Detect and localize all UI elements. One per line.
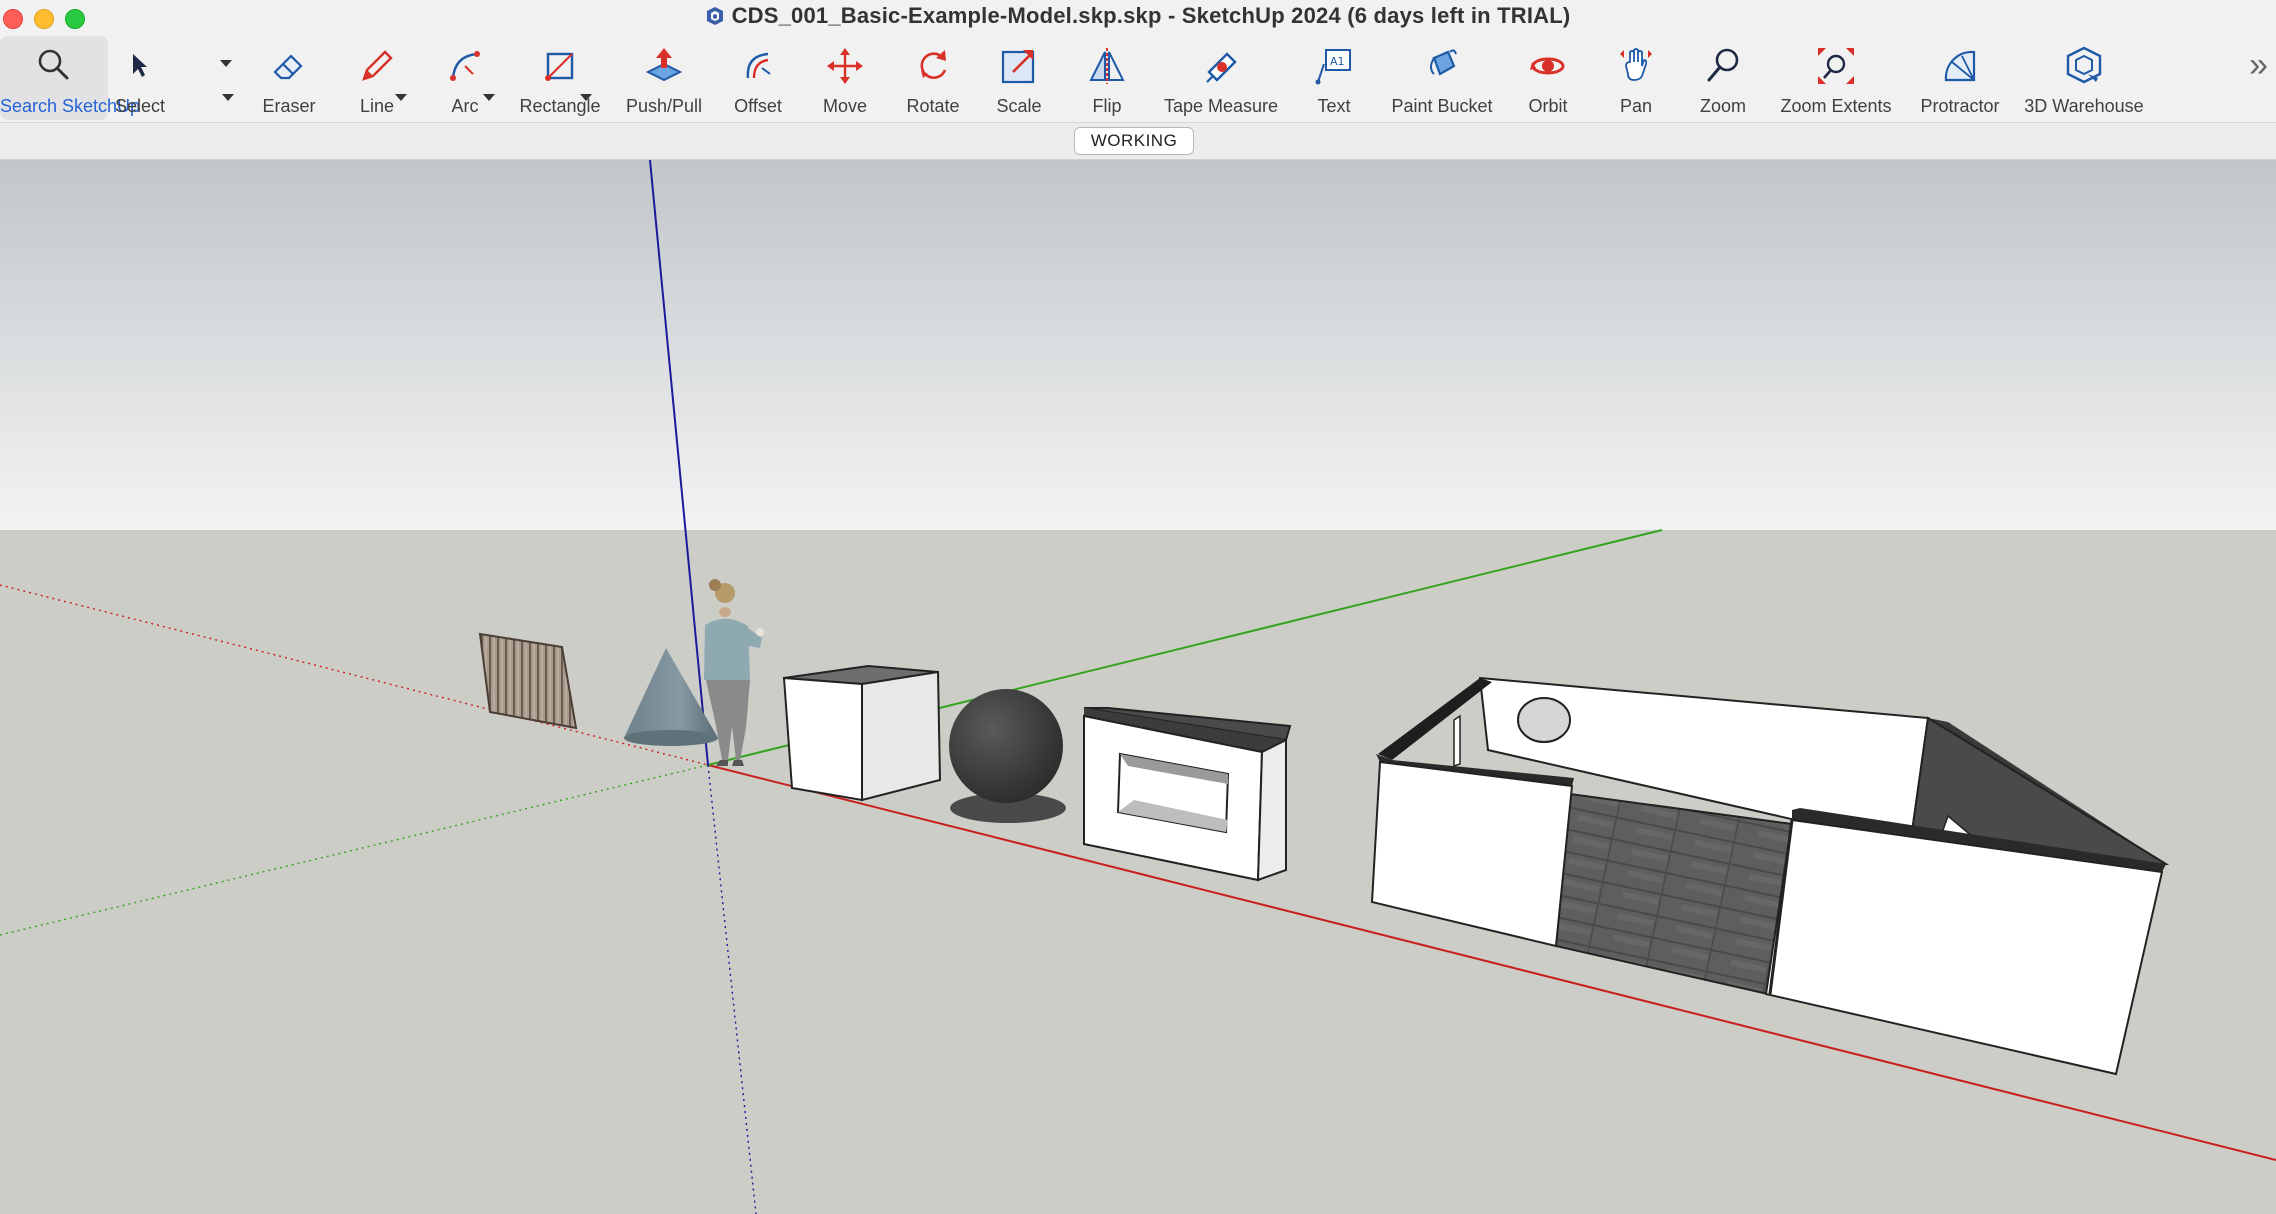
offset-icon	[746, 52, 771, 79]
toolbar-overflow-button[interactable]: »	[2249, 48, 2268, 82]
tool-label: Zoom	[1699, 96, 1746, 116]
tool-label: Orbit	[1528, 96, 1568, 116]
tool-label: Pan	[1619, 96, 1653, 116]
tool-line[interactable]: Line	[344, 36, 410, 120]
warehouse-icon	[2066, 46, 2102, 84]
flip-icon	[1089, 48, 1125, 84]
zoom-icon	[1707, 48, 1739, 82]
rectangle-icon	[545, 52, 574, 81]
tool-offset[interactable]: Offset	[722, 36, 794, 120]
sketchup-doc-icon	[706, 7, 723, 25]
line-dropdown-caret[interactable]	[395, 94, 407, 101]
select-dropdown-caret[interactable]	[220, 60, 232, 67]
tool-label: Protractor	[1920, 96, 2000, 116]
svg-text:A1: A1	[1330, 55, 1345, 68]
tool-search-sketchup[interactable]: Search SketchUp	[0, 36, 141, 120]
arc-icon	[450, 51, 480, 81]
tool-text[interactable]: A1 Text	[1302, 36, 1366, 120]
tool-zoom[interactable]: Zoom	[1690, 36, 1756, 120]
tool-3d-warehouse[interactable]: 3D Warehouse	[2016, 36, 2152, 120]
tool-label: Paint Bucket	[1391, 96, 1493, 116]
zoom-extents-icon	[1818, 48, 1854, 84]
window-title-wrap: CDS_001_Basic-Example-Model.skp.skp - Sk…	[0, 3, 2276, 29]
status-strip: WORKING	[0, 123, 2276, 160]
tool-tape-measure[interactable]: Tape Measure	[1160, 36, 1282, 120]
tool-label: Push/Pull	[625, 96, 703, 116]
text-icon: A1	[1315, 49, 1351, 85]
tool-eraser[interactable]: Eraser	[256, 36, 322, 120]
select-arrow-icon	[133, 54, 147, 77]
tool-label: Flip	[1092, 96, 1122, 116]
cube-model[interactable]	[782, 664, 942, 802]
tool-rotate[interactable]: Rotate	[898, 36, 968, 120]
sphere-model[interactable]	[949, 689, 1066, 823]
tool-label: Offset	[734, 96, 782, 116]
scale-icon	[1001, 50, 1035, 84]
tool-label: Tape Measure	[1163, 96, 1279, 116]
tool-orbit[interactable]: Orbit	[1516, 36, 1580, 120]
tool-rectangle[interactable]: Rectangle	[516, 36, 604, 120]
tool-flip[interactable]: Flip	[1074, 36, 1140, 120]
tape-measure-icon	[1206, 52, 1237, 83]
tool-move[interactable]: Move	[812, 36, 878, 120]
chevron-down-icon[interactable]	[222, 94, 234, 101]
model-viewport[interactable]	[0, 160, 2276, 1214]
orbit-icon	[1530, 57, 1565, 75]
arc-dropdown-caret[interactable]	[483, 94, 495, 101]
tool-label: Zoom Extents	[1780, 96, 1892, 116]
eraser-icon	[273, 54, 303, 80]
rotate-icon	[920, 50, 947, 79]
push-pull-icon	[645, 48, 683, 82]
tool-pan[interactable]: Pan	[1604, 36, 1668, 120]
tool-label: Scale	[996, 96, 1042, 116]
tool-zoom-extents[interactable]: Zoom Extents	[1774, 36, 1898, 120]
tool-label: Select	[114, 96, 166, 116]
pencil-icon	[362, 50, 393, 81]
tool-label: Text	[1317, 96, 1351, 116]
sky	[0, 160, 2276, 530]
tool-select[interactable]: Select	[112, 36, 232, 120]
move-icon	[827, 48, 863, 84]
main-toolbar: Search SketchUp Select Eraser Line Arc R…	[0, 34, 2276, 123]
tool-arc[interactable]: Arc	[432, 36, 498, 120]
search-icon	[38, 49, 69, 80]
rectangle-dropdown-caret[interactable]	[580, 94, 592, 101]
tool-label: 3D Warehouse	[2024, 96, 2144, 116]
tool-label: Move	[822, 96, 867, 116]
pan-hand-icon	[1620, 48, 1652, 81]
tool-label: Search SketchUp	[0, 96, 141, 116]
viewport-canvas[interactable]	[0, 160, 2276, 1214]
paint-bucket-icon	[1430, 49, 1457, 76]
tool-scale[interactable]: Scale	[986, 36, 1052, 120]
working-tab[interactable]: WORKING	[1074, 127, 1194, 155]
protractor-icon	[1944, 50, 1976, 82]
tool-push-pull[interactable]: Push/Pull	[618, 36, 710, 120]
window-title: CDS_001_Basic-Example-Model.skp.skp - Sk…	[731, 3, 1571, 28]
tool-paint-bucket[interactable]: Paint Bucket	[1384, 36, 1500, 120]
tool-protractor[interactable]: Protractor	[1910, 36, 2010, 120]
tool-label: Eraser	[262, 96, 316, 116]
tool-label: Rotate	[906, 96, 960, 116]
title-bar: CDS_001_Basic-Example-Model.skp.skp - Sk…	[0, 0, 2276, 34]
